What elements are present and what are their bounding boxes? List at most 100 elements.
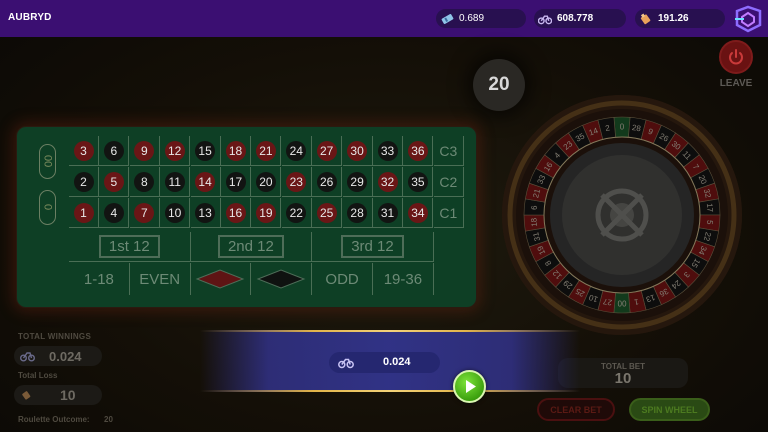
outcome-label: Roulette Outcome: [18, 415, 90, 424]
spin-wheel-button[interactable]: SPIN WHEEL [629, 398, 710, 421]
bet-spot-number[interactable]: 6 [99, 136, 130, 166]
balance-value-2: 608.778 [557, 13, 594, 24]
bet-spot-number[interactable]: 21 [251, 136, 282, 166]
balance-pill-bike: 608.778 [534, 9, 626, 28]
number-label: 29 [347, 171, 368, 192]
number-label: 28 [347, 202, 368, 223]
win-amount-pill: 0.024 [329, 352, 440, 373]
black-diamond-icon [256, 269, 306, 289]
bet-spot-number[interactable]: 17 [221, 167, 251, 197]
bet-spot-number[interactable]: 9 [129, 136, 160, 166]
total-loss-box: 10 [14, 385, 102, 405]
bet-spot-number[interactable]: 34 [403, 198, 434, 228]
ticket-icon [440, 12, 454, 26]
bet-spot-number[interactable]: 15 [190, 136, 221, 166]
bet-spot-19-36[interactable]: 19-36 [373, 263, 434, 295]
leave-button[interactable] [719, 40, 753, 74]
bet-spot-number[interactable]: 13 [190, 198, 221, 228]
total-loss-value: 10 [60, 387, 76, 403]
power-icon [729, 49, 743, 65]
bet-spot-dozen[interactable]: 3rd 12 [312, 232, 434, 262]
leave-label: LEAVE [719, 78, 753, 89]
bet-spot-red[interactable] [191, 263, 252, 295]
number-label: 18 [225, 140, 246, 161]
bet-spot-number[interactable]: 23 [281, 167, 312, 197]
motorbike-icon [20, 352, 35, 362]
bet-spot-number[interactable]: 7 [129, 198, 160, 228]
roulette-game: AUBRYD 0.689 608.778 191.26 20 LEAVE 00 … [0, 0, 768, 432]
bet-spot-dozen[interactable]: 2nd 12 [190, 232, 313, 262]
number-label: 12 [164, 140, 185, 161]
bet-spot-number[interactable]: 20 [251, 167, 282, 197]
dozen-label: 3rd 12 [341, 235, 404, 258]
number-label: 22 [286, 202, 307, 223]
bet-spot-number[interactable]: 26 [312, 167, 343, 197]
bet-spot-number[interactable]: 30 [342, 136, 373, 166]
number-label: 5 [103, 171, 124, 192]
wheel-shade [502, 95, 742, 335]
continue-play-button[interactable] [453, 370, 486, 403]
number-label: 19 [255, 202, 276, 223]
bet-spot-number[interactable]: 18 [221, 136, 251, 166]
bet-spot-number[interactable]: 14 [190, 167, 221, 197]
bet-spot-black[interactable] [251, 263, 313, 295]
number-label: 26 [316, 171, 337, 192]
bet-spot-column[interactable]: C3 [433, 136, 464, 166]
bet-spot-number[interactable]: 32 [373, 167, 403, 197]
play-icon [465, 380, 476, 393]
bet-spot-00[interactable]: 00 [27, 140, 67, 184]
bet-spot-even[interactable]: EVEN [130, 263, 191, 295]
bet-spot-number[interactable]: 3 [69, 136, 99, 166]
number-label: 16 [225, 202, 246, 223]
motorbike-icon [338, 358, 354, 369]
bet-spot-1-18[interactable]: 1-18 [69, 263, 130, 295]
bet-spot-number[interactable]: 1 [69, 198, 99, 228]
bet-spot-number[interactable]: 4 [99, 198, 130, 228]
bet-spot-number[interactable]: 22 [281, 198, 312, 228]
number-label: 11 [164, 171, 185, 192]
bet-spot-number[interactable]: 35 [403, 167, 434, 197]
bet-spot-number[interactable]: 10 [160, 198, 191, 228]
bet-spot-column[interactable]: C2 [433, 167, 464, 197]
bet-spot-number[interactable]: 24 [281, 136, 312, 166]
bet-spot-number[interactable]: 19 [251, 198, 282, 228]
bet-spot-number[interactable]: 31 [373, 198, 403, 228]
bet-spot-number[interactable]: 8 [129, 167, 160, 197]
bet-spot-number[interactable]: 25 [312, 198, 343, 228]
balance-value-3: 191.26 [658, 13, 689, 24]
bet-spot-number[interactable]: 5 [99, 167, 130, 197]
number-label: 9 [134, 140, 155, 161]
bet-spot-number[interactable]: 36 [403, 136, 434, 166]
bet-spot-odd[interactable]: ODD [312, 263, 373, 295]
win-amount-value: 0.024 [383, 356, 411, 368]
number-label: 23 [286, 171, 307, 192]
motorbike-icon [538, 12, 552, 26]
clear-bet-button[interactable]: CLEAR BET [537, 398, 615, 421]
roulette-wheel: 0289263011720321752234153243613100271025… [502, 95, 742, 335]
balance-pill-ticket: 0.689 [436, 9, 526, 28]
balance-pill-token: 191.26 [635, 9, 725, 28]
banner-top-line [200, 330, 580, 332]
number-label: 17 [225, 171, 246, 192]
total-loss-label: Total Loss [18, 371, 58, 380]
bet-spot-number[interactable]: 27 [312, 136, 343, 166]
bet-spot-number[interactable]: 2 [69, 167, 99, 197]
bet-spot-number[interactable]: 29 [342, 167, 373, 197]
number-label: 33 [377, 140, 398, 161]
number-label: 8 [134, 171, 155, 192]
bet-spot-number[interactable]: 28 [342, 198, 373, 228]
bet-spot-number[interactable]: 12 [160, 136, 191, 166]
fuel-icon [639, 12, 653, 26]
number-label: 27 [316, 140, 337, 161]
fuel-icon [22, 391, 31, 400]
number-label: 36 [407, 140, 428, 161]
bet-spot-number[interactable]: 16 [221, 198, 251, 228]
bet-spot-number[interactable]: 11 [160, 167, 191, 197]
number-label: 25 [316, 202, 337, 223]
bet-spot-dozen[interactable]: 1st 12 [69, 232, 191, 262]
bet-spot-number[interactable]: 33 [373, 136, 403, 166]
bet-spot-0[interactable]: 0 [27, 186, 67, 230]
number-label: 13 [195, 202, 216, 223]
number-label: 4 [103, 202, 124, 223]
bet-spot-column[interactable]: C1 [433, 198, 464, 228]
